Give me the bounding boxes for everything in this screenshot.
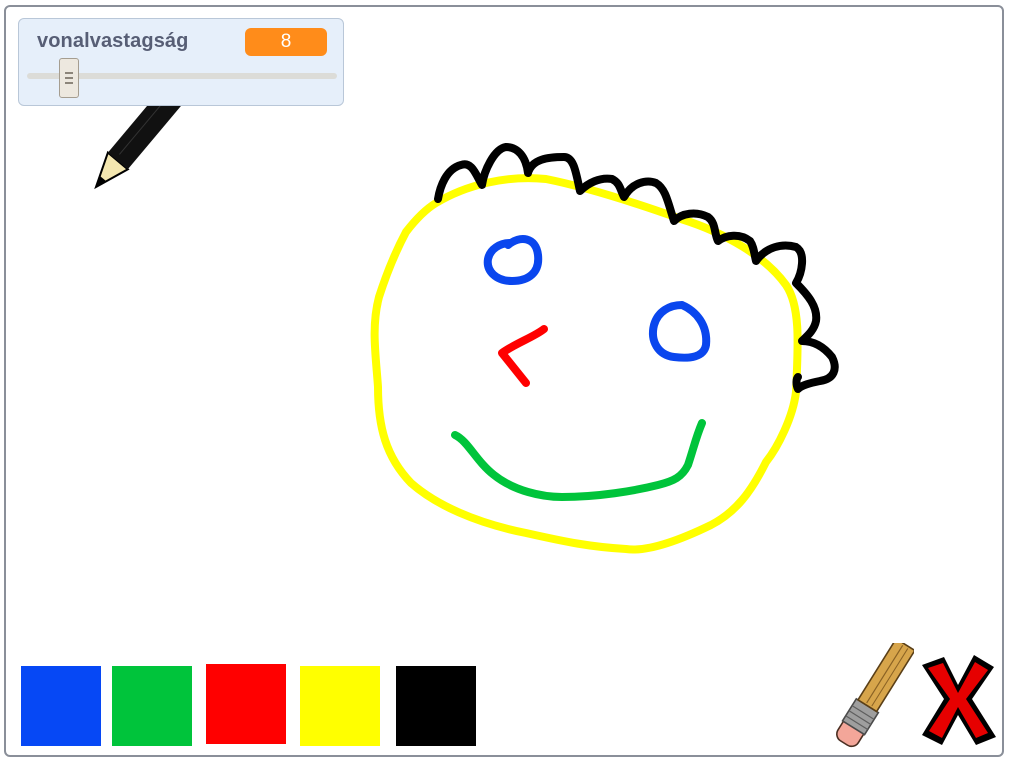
eraser-icon[interactable]: [822, 643, 914, 755]
line-width-slider-thumb[interactable]: [59, 58, 80, 98]
color-swatch-red[interactable]: [206, 664, 286, 744]
variable-monitor: vonalvastagság 8: [18, 18, 344, 106]
paint-stage[interactable]: vonalvastagság 8: [4, 5, 1004, 757]
color-swatch-green[interactable]: [112, 666, 192, 746]
color-swatch-black[interactable]: [396, 666, 476, 746]
right-eye: [649, 301, 711, 362]
variable-name-label: vonalvastagság: [37, 30, 189, 52]
clear-canvas-x-icon[interactable]: [916, 651, 1000, 749]
color-swatch-blue[interactable]: [21, 666, 101, 746]
left-eye: [483, 235, 543, 285]
color-swatch-yellow[interactable]: [300, 666, 380, 746]
variable-value-badge: 8: [245, 28, 327, 56]
mouth: [451, 419, 706, 501]
nose: [498, 325, 548, 387]
